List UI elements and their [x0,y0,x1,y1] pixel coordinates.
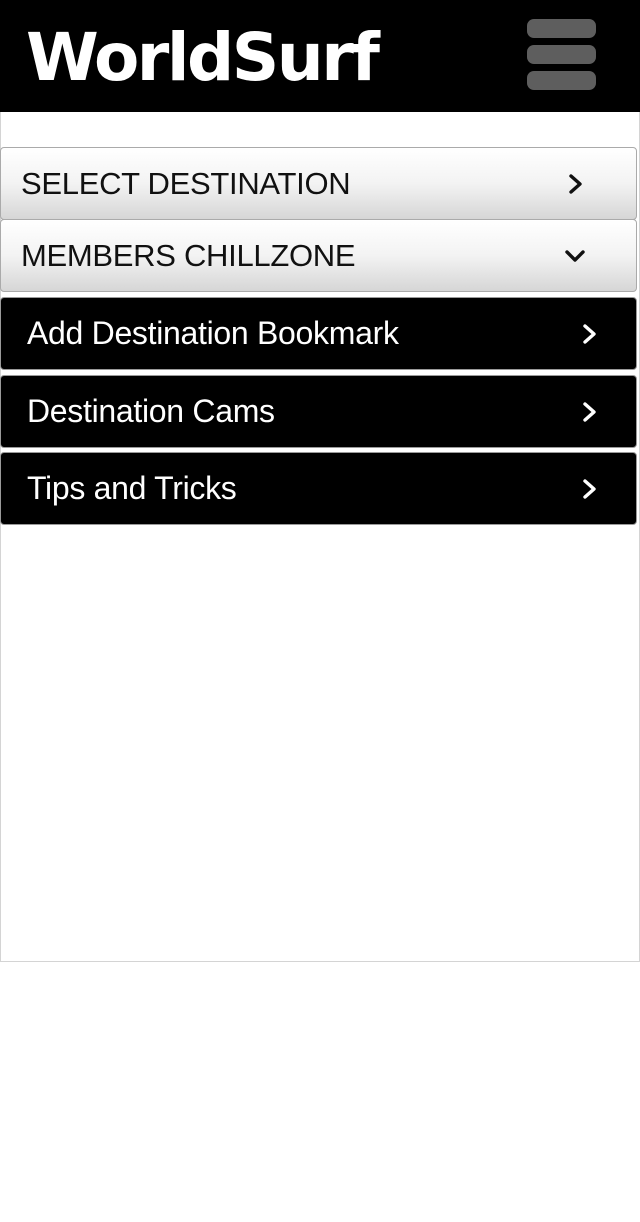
app-title: WorldSurf [26,19,380,96]
chevron-right-icon [569,173,582,194]
select-destination-label: SELECT DESTINATION [21,165,351,201]
chevron-right-icon [583,478,596,499]
hamburger-bar [527,71,596,90]
submenu-item-tips-and-tricks[interactable]: Tips and Tricks [0,452,637,525]
hamburger-bar [527,19,596,38]
hamburger-bar [527,45,596,64]
submenu-item-label: Tips and Tricks [27,470,237,506]
hamburger-menu-icon[interactable] [527,19,596,90]
submenu-item-label: Add Destination Bookmark [27,315,399,351]
chevron-down-icon [565,249,585,262]
chevron-right-icon [583,323,596,344]
members-chillzone-item[interactable]: MEMBERS CHILLZONE [0,219,637,292]
chevron-right-icon [583,401,596,422]
select-destination-item[interactable]: SELECT DESTINATION [0,147,637,220]
submenu-item-destination-cams[interactable]: Destination Cams [0,375,637,448]
submenu-item-add-destination-bookmark[interactable]: Add Destination Bookmark [0,297,637,370]
submenu-item-label: Destination Cams [27,393,275,429]
app-header: WorldSurf [0,0,640,112]
members-chillzone-label: MEMBERS CHILLZONE [21,237,356,273]
